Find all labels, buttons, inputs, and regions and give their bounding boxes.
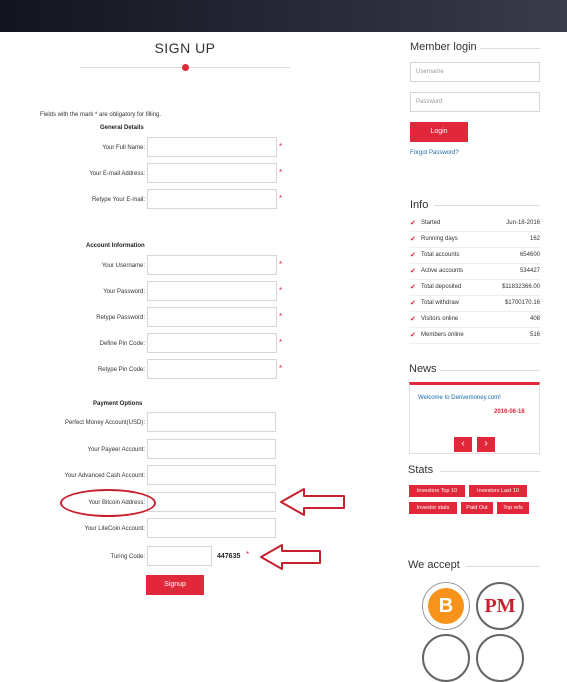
required-mark: * (279, 364, 283, 373)
annotation-circle (60, 489, 156, 517)
required-mark: * (279, 286, 283, 295)
info-row: ✔ Running days 162 (410, 232, 540, 248)
info-row: ✔ Visitors online 408 (410, 312, 540, 328)
password-label: Your Password: (103, 289, 145, 295)
stats-tag-investors-top[interactable]: Investors Top 10 (409, 485, 465, 497)
required-mark: * (279, 260, 283, 269)
check-icon: ✔ (410, 316, 416, 323)
stats-tag-investor-stats[interactable]: Investor stats (409, 502, 457, 514)
advcash-input[interactable] (147, 465, 276, 485)
title-divider (440, 370, 540, 371)
title-divider-dot (182, 64, 189, 71)
login-button[interactable]: Login (410, 122, 468, 142)
required-mark: * (279, 338, 283, 347)
news-next-button[interactable]: › (477, 437, 495, 452)
member-login-title: Member login (410, 41, 477, 53)
required-note: Fields with the mark * are obligatory fo… (40, 112, 162, 118)
page-title: SIGN UP (154, 40, 216, 56)
retype-password-label: Retype Password: (96, 315, 145, 321)
section-account-information: Account Information (86, 243, 145, 249)
title-divider (466, 566, 540, 567)
info-row: ✔ Total accounts 654600 (410, 248, 540, 264)
turing-code-value: 447635 (217, 553, 241, 560)
section-payment-options: Payment Options (93, 401, 143, 407)
username-input[interactable] (147, 255, 277, 275)
signup-button[interactable]: Signup (146, 575, 204, 595)
info-row: ✔ Total withdraw $1700170.16 (410, 296, 540, 312)
username-label: Your Username: (101, 263, 145, 269)
we-accept-title: We accept (408, 559, 460, 571)
required-mark: * (279, 142, 283, 151)
perfect-money-logo-icon: PM (476, 582, 524, 630)
check-icon: ✔ (410, 300, 416, 307)
perfect-money-input[interactable] (147, 412, 276, 432)
email-input[interactable] (147, 163, 277, 183)
stats-title: Stats (408, 464, 434, 476)
retype-email-label: Retype Your E-mail: (91, 197, 145, 203)
stats-tag-top-refs[interactable]: Top refs (497, 502, 529, 514)
retype-email-input[interactable] (147, 189, 277, 209)
payeer-input[interactable] (147, 439, 276, 459)
check-icon: ✔ (410, 284, 416, 291)
retype-pin-label: Retype Pin Code: (97, 367, 145, 373)
login-password-input[interactable]: Password (410, 92, 540, 112)
payment-logo-icon (476, 634, 524, 682)
section-general-details: General Details (100, 125, 144, 131)
news-title: News (409, 363, 437, 375)
info-row: ✔ Active accounts 534427 (410, 264, 540, 280)
password-input[interactable] (147, 281, 277, 301)
check-icon: ✔ (410, 332, 416, 339)
annotation-arrow-icon (280, 488, 345, 516)
info-row: ✔ Total deposited $11832366.00 (410, 280, 540, 296)
litecoin-label: Your LiteCoin Account: (84, 526, 146, 532)
turing-label: Turing Code: (110, 554, 145, 560)
bitcoin-logo-icon: B (422, 582, 470, 630)
bitcoin-input[interactable] (147, 492, 276, 512)
full-name-input[interactable] (147, 137, 277, 157)
stats-tag-investors-last[interactable]: Investors Last 10 (469, 485, 527, 497)
top-header-bar (0, 0, 567, 32)
litecoin-input[interactable] (147, 518, 276, 538)
required-mark: * (279, 312, 283, 321)
pin-input[interactable] (147, 333, 277, 353)
required-mark: * (279, 168, 283, 177)
check-icon: ✔ (410, 236, 416, 243)
check-icon: ✔ (410, 268, 416, 275)
check-icon: ✔ (410, 252, 416, 259)
title-divider (440, 471, 540, 472)
required-mark: * (246, 550, 250, 559)
retype-password-input[interactable] (147, 307, 277, 327)
info-title: Info (410, 199, 429, 211)
info-row: ✔ Started Jun-18-2016 (410, 216, 540, 232)
required-mark: * (279, 194, 283, 203)
stats-tag-paid-out[interactable]: Paid Out (461, 502, 493, 514)
payment-logo-icon (422, 634, 470, 682)
pin-label: Define Pin Code: (99, 341, 145, 347)
login-username-input[interactable]: Username (410, 62, 540, 82)
full-name-label: Your Full Name: (102, 145, 145, 151)
turing-input[interactable] (147, 546, 212, 566)
title-divider (434, 205, 540, 206)
news-prev-button[interactable]: ‹ (454, 437, 472, 452)
annotation-arrow-icon (260, 544, 321, 570)
news-item-link[interactable]: Welcome to Derivemoney.com! (418, 395, 501, 401)
payeer-label: Your Payeer Account: (87, 447, 145, 453)
advcash-label: Your Advanced Cash Account: (64, 473, 145, 479)
perfect-money-label: Perfect Money Account(USD): (64, 420, 145, 426)
retype-pin-input[interactable] (147, 359, 277, 379)
news-box (409, 382, 540, 454)
check-icon: ✔ (410, 220, 416, 227)
email-label: Your E-mail Address: (89, 171, 145, 177)
news-date: 2016-06-18 (494, 409, 525, 415)
info-row: ✔ Members online 516 (410, 328, 540, 344)
forgot-password-link[interactable]: Forgot Password? (410, 150, 459, 156)
title-divider (480, 48, 540, 49)
